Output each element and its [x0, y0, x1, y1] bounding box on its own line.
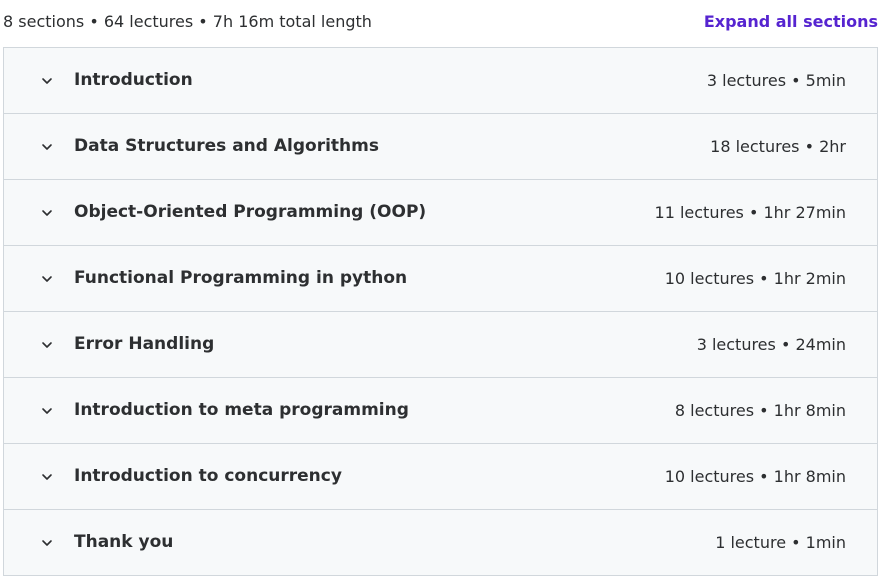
section-title: Object-Oriented Programming (OOP): [74, 202, 427, 222]
chevron-down-icon: [40, 74, 54, 88]
section-meta: 18 lectures • 2hr: [710, 137, 846, 156]
section-meta: 1 lecture • 1min: [715, 533, 846, 552]
chevron-down-icon: [40, 338, 54, 352]
section-row-functional-programming[interactable]: Functional Programming in python 10 lect…: [4, 246, 877, 312]
chevron-down-icon: [40, 272, 54, 286]
section-row-thank-you[interactable]: Thank you 1 lecture • 1min: [4, 510, 877, 575]
section-row-data-structures[interactable]: Data Structures and Algorithms 18 lectur…: [4, 114, 877, 180]
section-title: Thank you: [74, 532, 174, 552]
curriculum-summary-bar: 8 sections • 64 lectures • 7h 16m total …: [0, 0, 880, 46]
section-meta: 11 lectures • 1hr 27min: [654, 203, 846, 222]
section-title: Data Structures and Algorithms: [74, 136, 379, 156]
section-meta: 10 lectures • 1hr 2min: [664, 269, 846, 288]
section-meta: 10 lectures • 1hr 8min: [664, 467, 846, 486]
section-row-introduction[interactable]: Introduction 3 lectures • 5min: [4, 48, 877, 114]
expand-all-sections-button[interactable]: Expand all sections: [704, 12, 878, 31]
chevron-down-icon: [40, 536, 54, 550]
section-title: Functional Programming in python: [74, 268, 408, 288]
chevron-down-icon: [40, 140, 54, 154]
section-title: Error Handling: [74, 334, 215, 354]
section-meta: 3 lectures • 24min: [696, 335, 846, 354]
section-meta: 8 lectures • 1hr 8min: [674, 401, 846, 420]
section-row-error-handling[interactable]: Error Handling 3 lectures • 24min: [4, 312, 877, 378]
section-row-meta-programming[interactable]: Introduction to meta programming 8 lectu…: [4, 378, 877, 444]
curriculum-summary: 8 sections • 64 lectures • 7h 16m total …: [3, 12, 372, 31]
chevron-down-icon: [40, 470, 54, 484]
chevron-down-icon: [40, 404, 54, 418]
section-meta: 3 lectures • 5min: [706, 71, 846, 90]
section-row-oop[interactable]: Object-Oriented Programming (OOP) 11 lec…: [4, 180, 877, 246]
curriculum-sections-list: Introduction 3 lectures • 5min Data Stru…: [3, 47, 878, 576]
section-title: Introduction to concurrency: [74, 466, 342, 486]
section-title: Introduction: [74, 70, 193, 90]
section-title: Introduction to meta programming: [74, 400, 409, 420]
chevron-down-icon: [40, 206, 54, 220]
section-row-concurrency[interactable]: Introduction to concurrency 10 lectures …: [4, 444, 877, 510]
